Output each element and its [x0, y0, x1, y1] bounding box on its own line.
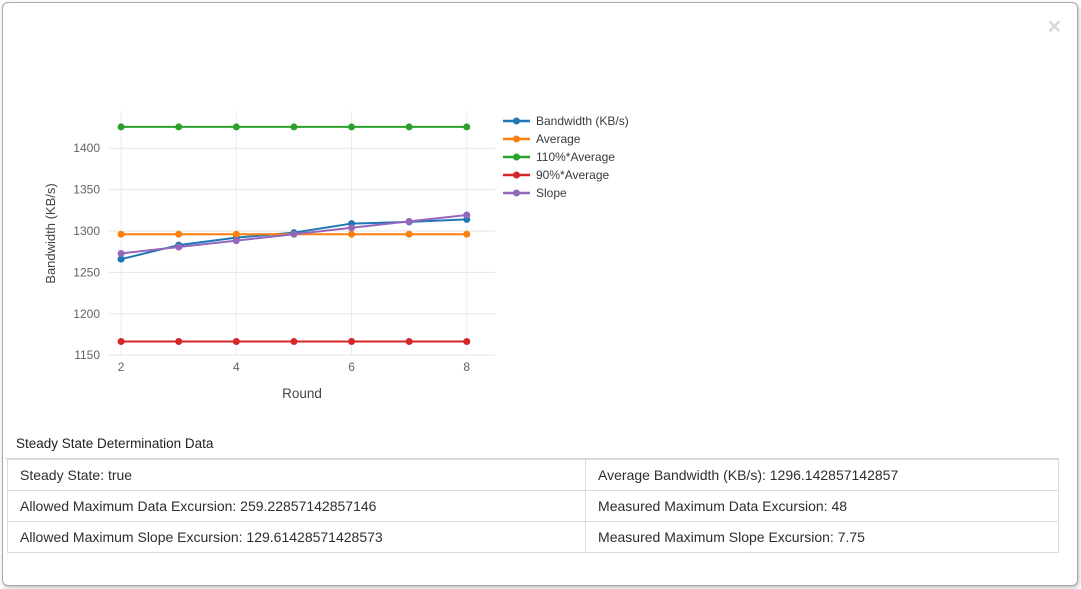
y-tick-label: 1250	[73, 265, 100, 279]
bandwidth-chart: 1150 1200 1250 1300 1350 1400 2 4 6 8 Bandwidth (K…	[3, 3, 683, 428]
series-bandwidth-kb-s-	[118, 216, 471, 263]
data-point	[118, 338, 125, 345]
x-tick-label: 4	[233, 360, 240, 374]
x-tick-label: 8	[463, 360, 470, 374]
legend-label: Bandwidth (KB/s)	[536, 114, 629, 128]
y-tick-label: 1150	[74, 348, 100, 362]
y-tick-label: 1400	[73, 141, 100, 155]
table-row: Allowed Maximum Slope Excursion: 129.614…	[8, 522, 1059, 553]
data-point	[233, 123, 240, 130]
series-90-average	[118, 338, 471, 345]
legend-label: Slope	[536, 186, 567, 200]
data-point	[348, 224, 355, 231]
data-point	[233, 338, 240, 345]
legend-item[interactable]: Average	[503, 132, 581, 146]
data-point	[233, 237, 240, 244]
data-point	[290, 231, 297, 238]
steady-state-dialog: × 1150 1200 1250 1300 1350 1400 2 4 6 8 Bandwidth …	[2, 2, 1078, 586]
data-point	[118, 250, 125, 257]
data-point	[348, 231, 355, 238]
data-point	[406, 218, 413, 225]
y-tick-label: 1300	[73, 224, 100, 238]
table-cell-measured-slope-excursion: Measured Maximum Slope Excursion: 7.75	[586, 522, 1059, 553]
table-row: Allowed Maximum Data Excursion: 259.2285…	[8, 491, 1059, 522]
data-point	[463, 211, 470, 218]
table-cell-allowed-data-excursion: Allowed Maximum Data Excursion: 259.2285…	[8, 491, 586, 522]
table-cell-average-bandwidth: Average Bandwidth (KB/s): 1296.142857142…	[586, 460, 1059, 491]
legend-label: Average	[536, 132, 581, 146]
table-cell-allowed-slope-excursion: Allowed Maximum Slope Excursion: 129.614…	[8, 522, 586, 553]
x-tick-label: 6	[348, 360, 355, 374]
data-point	[348, 338, 355, 345]
section-title: Steady State Determination Data	[5, 436, 1059, 459]
legend-marker	[513, 172, 520, 179]
legend-marker	[513, 118, 520, 125]
legend-label: 90%*Average	[536, 168, 609, 182]
data-point	[175, 338, 182, 345]
data-point	[175, 231, 182, 238]
x-axis-label: Round	[282, 386, 322, 401]
data-point	[406, 231, 413, 238]
legend-marker	[513, 154, 520, 161]
legend-item[interactable]: 90%*Average	[503, 168, 609, 182]
table-cell-steady-state: Steady State: true	[8, 460, 586, 491]
legend-item[interactable]: 110%*Average	[503, 150, 615, 164]
y-tick-label: 1350	[73, 183, 100, 197]
data-point	[348, 123, 355, 130]
legend-marker	[513, 190, 520, 197]
data-point	[118, 231, 125, 238]
legend-item[interactable]: Bandwidth (KB/s)	[503, 114, 629, 128]
data-point	[290, 338, 297, 345]
data-point	[175, 123, 182, 130]
series-110-average	[118, 123, 471, 130]
steady-state-table: Steady State: true Average Bandwidth (KB…	[7, 459, 1059, 553]
series-line	[121, 219, 467, 259]
steady-state-section: Steady State Determination Data Steady S…	[3, 436, 1077, 553]
data-point	[406, 123, 413, 130]
x-tick-label: 2	[118, 360, 125, 374]
data-point	[463, 231, 470, 238]
legend-label: 110%*Average	[536, 150, 615, 164]
y-tick-label: 1200	[73, 307, 100, 321]
legend-marker	[513, 136, 520, 143]
data-point	[406, 338, 413, 345]
y-axis-label: Bandwidth (KB/s)	[43, 183, 58, 283]
data-point	[118, 123, 125, 130]
close-icon[interactable]: ×	[1048, 15, 1061, 38]
data-point	[175, 244, 182, 251]
data-point	[290, 123, 297, 130]
table-cell-measured-data-excursion: Measured Maximum Data Excursion: 48	[586, 491, 1059, 522]
data-point	[463, 338, 470, 345]
legend-item[interactable]: Slope	[503, 186, 567, 200]
table-row: Steady State: true Average Bandwidth (KB…	[8, 460, 1059, 491]
data-point	[233, 231, 240, 238]
data-point	[463, 123, 470, 130]
